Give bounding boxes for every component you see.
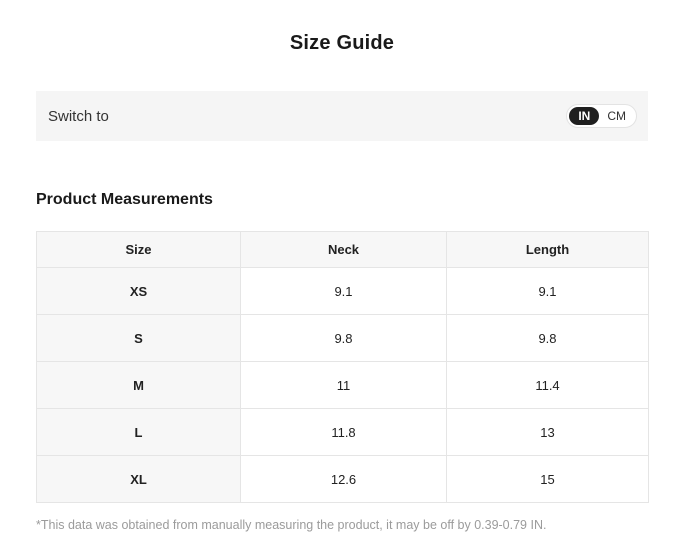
neck-value: 11: [241, 362, 447, 409]
switch-to-label: Switch to: [48, 108, 109, 125]
length-value: 13: [447, 409, 649, 456]
measurement-disclaimer: *This data was obtained from manually me…: [36, 518, 648, 532]
neck-value: 12.6: [241, 456, 447, 503]
table-row: M 11 11.4: [37, 362, 649, 409]
unit-toggle[interactable]: IN CM: [566, 104, 637, 128]
table-row: XL 12.6 15: [37, 456, 649, 503]
table-header-row: Size Neck Length: [37, 232, 649, 268]
size-value: XL: [37, 456, 241, 503]
size-value: M: [37, 362, 241, 409]
neck-value: 11.8: [241, 409, 447, 456]
measurements-table: Size Neck Length XS 9.1 9.1 S 9.8 9.8 M: [36, 231, 649, 503]
length-value: 11.4: [447, 362, 649, 409]
table-row: S 9.8 9.8: [37, 315, 649, 362]
size-value: S: [37, 315, 241, 362]
length-value: 15: [447, 456, 649, 503]
unit-option-in[interactable]: IN: [569, 107, 599, 125]
unit-switch-band: Switch to IN CM: [36, 91, 648, 141]
size-value: XS: [37, 268, 241, 315]
neck-value: 9.8: [241, 315, 447, 362]
unit-option-cm[interactable]: CM: [599, 107, 634, 125]
size-guide-panel: Size Guide Switch to IN CM Product Measu…: [0, 0, 684, 532]
neck-value: 9.1: [241, 268, 447, 315]
table-row: XS 9.1 9.1: [37, 268, 649, 315]
column-header-neck: Neck: [241, 232, 447, 268]
table-row: L 11.8 13: [37, 409, 649, 456]
column-header-length: Length: [447, 232, 649, 268]
size-value: L: [37, 409, 241, 456]
length-value: 9.1: [447, 268, 649, 315]
product-measurements-heading: Product Measurements: [36, 191, 648, 209]
page-title: Size Guide: [0, 0, 684, 55]
column-header-size: Size: [37, 232, 241, 268]
length-value: 9.8: [447, 315, 649, 362]
